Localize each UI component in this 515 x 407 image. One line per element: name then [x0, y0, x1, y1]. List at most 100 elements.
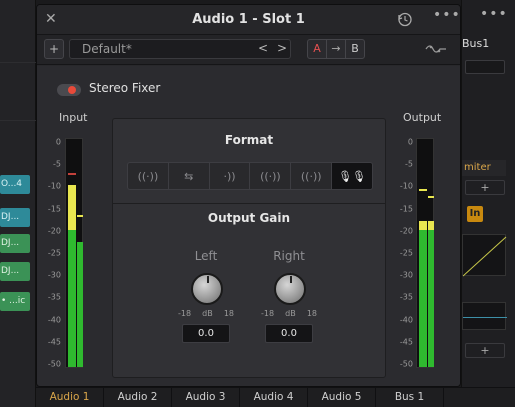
clip-5[interactable]: • ...ic [0, 292, 30, 311]
clip-4[interactable]: DJ... [0, 262, 30, 281]
bus-field[interactable] [465, 60, 505, 74]
scale-tick: -45 [47, 337, 61, 347]
meter-bar [77, 241, 83, 367]
plugin-window: ✕ Audio 1 - Slot 1 ••• + Default* < > A … [36, 4, 461, 387]
scale-tick: -15 [399, 204, 413, 214]
output-meter [416, 138, 434, 368]
scale-tick: -15 [47, 204, 61, 214]
clip-2[interactable]: DJ... [0, 208, 30, 227]
track-divider [0, 62, 36, 63]
add-preset-button[interactable]: + [44, 39, 64, 59]
plugin-toolbar: + Default* < > A → B [37, 35, 460, 65]
left-gain: Left -18 dB 18 0.0 [176, 249, 236, 343]
add-effect-button-2[interactable]: + [465, 343, 505, 358]
left-gain-value[interactable]: 0.0 [182, 324, 230, 343]
right-knob-body[interactable] [274, 273, 306, 305]
bus-label: Bus1 [462, 37, 490, 50]
add-effect-button[interactable]: + [465, 180, 505, 195]
gain-title: Output Gain [207, 211, 291, 225]
dynamics-curve [462, 234, 507, 277]
mixer-more-icon[interactable]: ••• [480, 6, 508, 22]
next-preset-button[interactable]: > [274, 39, 290, 59]
toggle-knob [68, 86, 76, 94]
plugin-name: Stereo Fixer [89, 81, 161, 95]
prev-preset-button[interactable]: < [255, 39, 271, 59]
format-right-only-button[interactable]: ·)) [210, 163, 251, 189]
left-gain-label: Left [194, 249, 218, 263]
waveform-icon[interactable] [425, 43, 447, 55]
right-gain-knob[interactable] [259, 269, 319, 313]
channel-tab[interactable]: Audio 5 [308, 388, 376, 407]
left-knob-indicator [207, 276, 209, 283]
scale-tick: -25 [47, 248, 61, 258]
channel-tab[interactable]: Audio 2 [104, 388, 172, 407]
format-stereo-button[interactable]: ((·)) [128, 163, 169, 189]
right-knob-indicator [290, 276, 292, 283]
peak-marker [77, 214, 83, 217]
output-label: Output [403, 111, 442, 124]
format-selector: ((·)) ⇆ ·)) ((·)) ((·)) 🎙🎙 [127, 162, 373, 190]
meter-bar [419, 221, 427, 367]
channel-tab[interactable]: Audio 1 [36, 388, 104, 407]
scale-tick: 0 [407, 137, 413, 147]
scale-tick: -50 [399, 359, 413, 369]
section-divider [113, 203, 385, 204]
scale-tick: -45 [399, 337, 413, 347]
channel-tab[interactable]: Audio 3 [172, 388, 240, 407]
curve-graph [462, 236, 507, 277]
scale-tick: -25 [399, 248, 413, 258]
scale-tick: -40 [47, 315, 61, 325]
output-scale: 0 -5 -10 -15 -20 -25 -30 -35 -40 -45 -50 [389, 137, 413, 369]
input-label: Input [59, 111, 88, 124]
scale-tick: 0 [55, 137, 61, 147]
scale-tick: -40 [399, 315, 413, 325]
left-knob-body[interactable] [191, 273, 223, 305]
more-options-icon[interactable]: ••• [433, 7, 460, 23]
scale-tick: -10 [399, 181, 413, 191]
input-meter [65, 138, 83, 368]
input-scale: 0 -5 -10 -15 -20 -25 -30 -35 -40 -45 -50 [37, 137, 61, 369]
window-titlebar[interactable]: ✕ Audio 1 - Slot 1 ••• [37, 5, 460, 35]
scale-tick: -35 [47, 292, 61, 302]
right-gain: Right -18 dB 18 0.0 [259, 249, 319, 343]
copy-ab-button[interactable]: → [326, 39, 346, 59]
scale-tick: -10 [47, 181, 61, 191]
meter-bar [428, 221, 434, 367]
input-button[interactable]: In [467, 206, 483, 222]
track-divider [0, 120, 36, 121]
left-gain-knob[interactable] [176, 269, 236, 313]
controls-panel: Format ((·)) ⇆ ·)) ((·)) ((·)) 🎙🎙 Output Gain… [112, 118, 386, 378]
timeline-tracks: O...4 DJ... DJ... DJ... • ...ic [0, 0, 36, 407]
right-gain-value[interactable]: 0.0 [265, 324, 313, 343]
format-title: Format [224, 133, 274, 147]
scale-tick: -5 [53, 159, 61, 169]
enable-toggle[interactable] [57, 84, 81, 96]
limiter-slot[interactable]: miter [462, 160, 506, 176]
meter-bar [68, 184, 76, 367]
channel-tab[interactable]: Bus 1 [376, 388, 444, 407]
peak-marker [428, 196, 434, 199]
scale-tick: -30 [47, 270, 61, 280]
compare-b-button[interactable]: B [345, 39, 365, 59]
right-gain-label: Right [273, 249, 305, 263]
peak-marker [68, 173, 76, 176]
format-mono-a-button[interactable]: ((·)) [250, 163, 292, 189]
format-dual-mic-button[interactable]: 🎙🎙 [332, 163, 372, 189]
plugin-panel: Stereo Fixer Input 0 -5 -10 -15 -20 -25 -30 -35… [37, 66, 460, 386]
clip-3[interactable]: DJ... [0, 234, 30, 253]
channel-tabs: Audio 1 Audio 2 Audio 3 Audio 4 Audio 5 Bus 1 [36, 387, 515, 407]
format-mono-b-button[interactable]: ((·)) [291, 163, 333, 189]
scale-tick: -20 [47, 226, 61, 236]
eq-line [463, 317, 507, 318]
channel-tab[interactable]: Audio 4 [240, 388, 308, 407]
scale-tick: -20 [399, 226, 413, 236]
reset-icon[interactable] [397, 11, 413, 27]
clip-1[interactable]: O...4 [0, 175, 30, 194]
peak-marker [419, 189, 427, 192]
mixer-strip: ••• Bus1 miter + In + [461, 0, 515, 407]
format-swap-button[interactable]: ⇆ [169, 163, 210, 189]
scale-tick: -5 [405, 159, 413, 169]
compare-a-button[interactable]: A [307, 39, 327, 59]
scale-tick: -30 [399, 270, 413, 280]
scale-tick: -50 [47, 359, 61, 369]
